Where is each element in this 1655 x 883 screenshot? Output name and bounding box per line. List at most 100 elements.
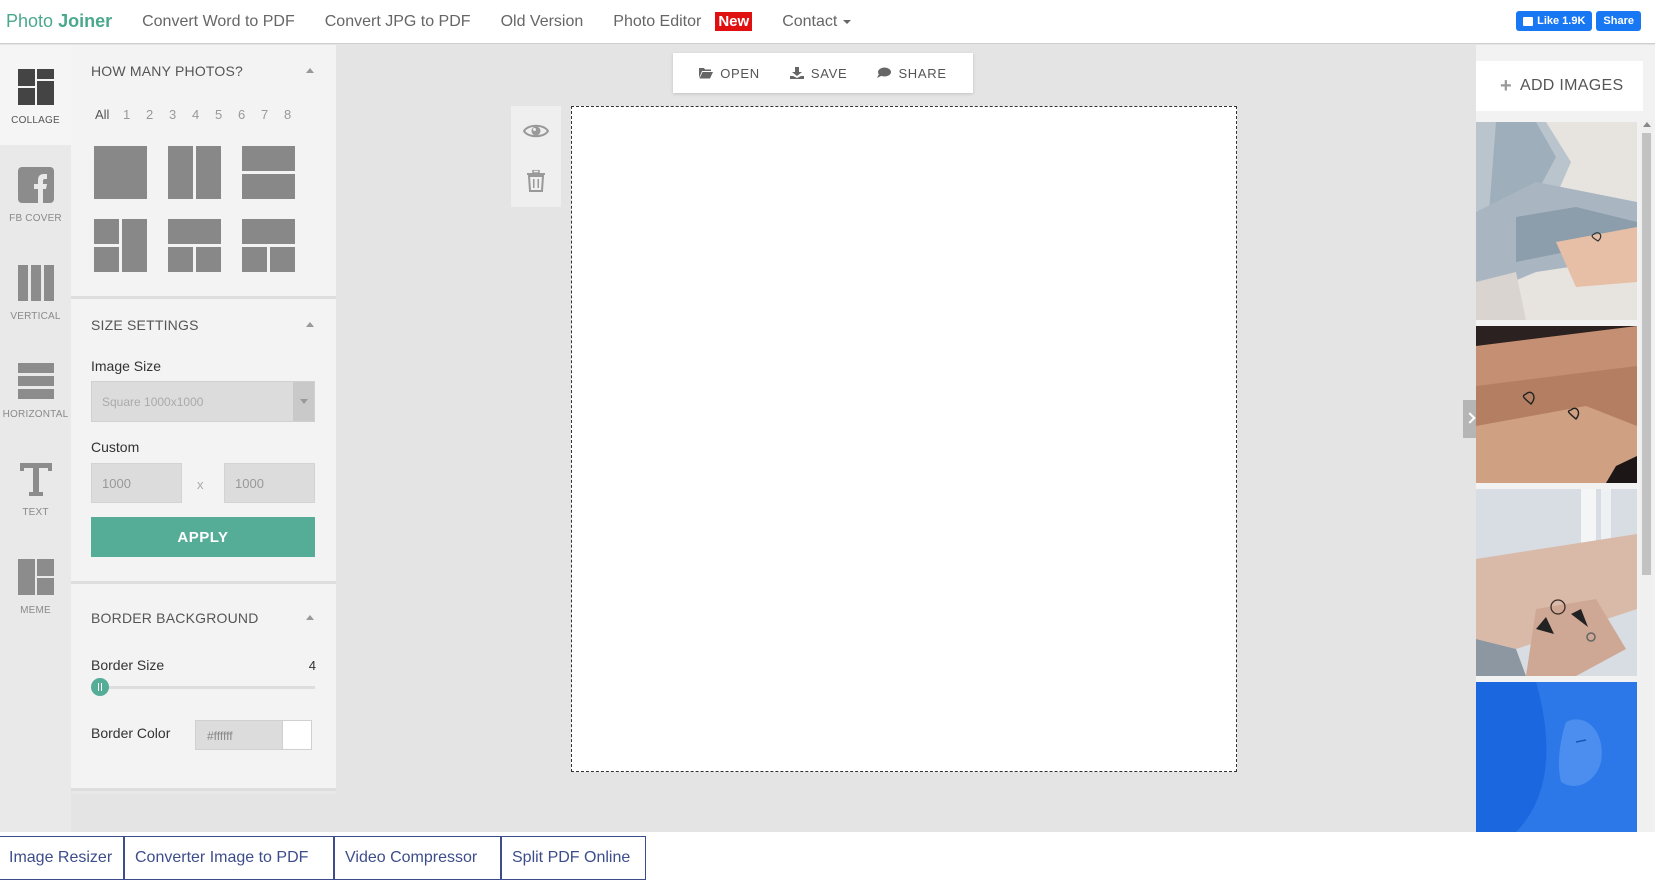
rail-label-horizontal: HORIZONTAL bbox=[2, 409, 69, 420]
border-background-section: BORDER BACKGROUND Border Size 4 Border C… bbox=[71, 584, 336, 791]
custom-height-input[interactable]: 1000 bbox=[224, 463, 315, 503]
rail-item-horizontal[interactable]: HORIZONTAL bbox=[0, 339, 71, 439]
text-icon bbox=[19, 463, 52, 496]
image-thumbnail-3[interactable] bbox=[1476, 489, 1637, 676]
share-button[interactable]: SHARE bbox=[877, 66, 946, 81]
eye-icon bbox=[523, 124, 549, 138]
custom-label: Custom bbox=[91, 439, 140, 455]
save-label: SAVE bbox=[810, 65, 848, 81]
rail-label-text: TEXT bbox=[22, 507, 49, 518]
link-image-resizer[interactable]: Image Resizer bbox=[0, 836, 124, 880]
facebook-icon bbox=[17, 167, 54, 203]
border-size-value: 4 bbox=[308, 658, 316, 673]
preview-button[interactable] bbox=[511, 106, 561, 156]
open-label: OPEN bbox=[720, 65, 760, 81]
fb-share-button[interactable]: Share bbox=[1596, 11, 1641, 31]
border-size-label: Border Size bbox=[91, 657, 165, 673]
rail-label-meme: MEME bbox=[20, 605, 51, 616]
count-8[interactable]: 8 bbox=[284, 107, 307, 122]
rail-item-collage[interactable]: COLLAGE bbox=[0, 45, 71, 145]
layout-tile-single[interactable] bbox=[94, 146, 147, 199]
delete-button[interactable] bbox=[511, 156, 561, 206]
nav-link-old-version[interactable]: Old Version bbox=[501, 13, 584, 31]
count-2[interactable]: 2 bbox=[146, 107, 169, 122]
rail-item-meme[interactable]: MEME bbox=[0, 535, 71, 635]
custom-width-input[interactable]: 1000 bbox=[91, 463, 182, 503]
border-color-swatch[interactable] bbox=[282, 720, 312, 750]
download-icon bbox=[789, 67, 804, 79]
count-7[interactable]: 7 bbox=[261, 107, 284, 122]
thumbs-up-icon bbox=[1523, 16, 1534, 26]
fb-like-button[interactable]: Like 1.9K bbox=[1516, 11, 1593, 31]
custom-size-separator: x bbox=[197, 477, 204, 492]
nav-link-photo-editor[interactable]: Photo Editor New bbox=[613, 12, 753, 31]
count-all[interactable]: All bbox=[95, 107, 123, 122]
vertical-layout-icon bbox=[17, 265, 54, 301]
collage-canvas[interactable] bbox=[571, 106, 1237, 772]
collapse-up-icon[interactable] bbox=[306, 322, 314, 327]
count-1[interactable]: 1 bbox=[123, 107, 146, 122]
brand-logo[interactable]: Photo Joiner bbox=[6, 11, 112, 32]
open-button[interactable]: OPEN bbox=[699, 66, 760, 81]
photo-count-filter: All 1 2 3 4 5 6 7 8 bbox=[95, 107, 307, 122]
layout-tile-three-left[interactable] bbox=[94, 219, 147, 272]
rail-item-text[interactable]: TEXT bbox=[0, 437, 71, 537]
save-button[interactable]: SAVE bbox=[789, 65, 848, 81]
border-size-slider-handle[interactable] bbox=[91, 678, 109, 696]
collapse-panel-chevron-icon[interactable] bbox=[1463, 400, 1477, 438]
image-thumbnail-1[interactable] bbox=[1476, 122, 1637, 320]
add-images-button[interactable]: + ADD IMAGES bbox=[1476, 61, 1643, 111]
nav-link-jpg-to-pdf[interactable]: Convert JPG to PDF bbox=[325, 13, 471, 31]
canvas-toolbar: OPEN SAVE SHARE bbox=[673, 53, 973, 93]
nav-link-photo-editor-label: Photo Editor bbox=[613, 12, 702, 30]
link-split-pdf-online[interactable]: Split PDF Online bbox=[501, 836, 646, 880]
image-thumbnail-4[interactable] bbox=[1476, 682, 1637, 832]
images-scrollbar[interactable] bbox=[1640, 120, 1653, 832]
nav-links: Convert Word to PDF Convert JPG to PDF O… bbox=[142, 12, 881, 31]
border-color-input[interactable]: #ffffff bbox=[195, 720, 283, 750]
brand-text-photo: Photo bbox=[6, 11, 54, 31]
collapse-up-icon[interactable] bbox=[306, 615, 314, 620]
images-panel: + ADD IMAGES bbox=[1476, 45, 1655, 832]
layout-tile-two-horizontal[interactable] bbox=[242, 146, 295, 199]
rail-label-collage: COLLAGE bbox=[11, 115, 60, 126]
link-video-compressor[interactable]: Video Compressor bbox=[334, 836, 501, 880]
plus-icon: + bbox=[1500, 74, 1512, 97]
nav-contact-label: Contact bbox=[782, 12, 838, 30]
count-6[interactable]: 6 bbox=[238, 107, 261, 122]
count-3[interactable]: 3 bbox=[169, 107, 192, 122]
rail-item-vertical[interactable]: VERTICAL bbox=[0, 241, 71, 341]
trash-icon bbox=[527, 170, 545, 192]
collapse-up-icon[interactable] bbox=[306, 68, 314, 73]
rail-label-vertical: VERTICAL bbox=[10, 311, 61, 322]
share-label: SHARE bbox=[898, 65, 947, 81]
layout-tile-three-bottom[interactable] bbox=[242, 219, 295, 272]
link-converter-image-to-pdf[interactable]: Converter Image to PDF bbox=[124, 836, 334, 880]
count-4[interactable]: 4 bbox=[192, 107, 215, 122]
scroll-up-arrow-icon[interactable] bbox=[1643, 122, 1651, 127]
nav-contact-dropdown[interactable]: Contact bbox=[782, 12, 852, 31]
layout-tile-two-vertical[interactable] bbox=[168, 146, 221, 199]
scrollbar-thumb[interactable] bbox=[1642, 133, 1651, 575]
settings-panel: HOW MANY PHOTOS? All 1 2 3 4 5 6 7 8 SIZ… bbox=[71, 45, 336, 794]
folder-open-icon bbox=[699, 68, 714, 79]
tool-rail: COLLAGE FB COVER VERTICAL HORIZONTAL TEX… bbox=[0, 45, 71, 832]
image-size-select[interactable]: Square 1000x1000 bbox=[91, 381, 315, 422]
border-color-label: Border Color bbox=[91, 725, 171, 741]
how-many-photos-section: HOW MANY PHOTOS? All 1 2 3 4 5 6 7 8 bbox=[71, 45, 336, 299]
size-settings-title: SIZE SETTINGS bbox=[91, 317, 199, 333]
fb-like-label: Like 1.9K bbox=[1537, 15, 1586, 27]
layout-tile-three-top[interactable] bbox=[168, 219, 221, 272]
chevron-down-icon bbox=[293, 382, 314, 421]
image-thumbnail-2[interactable] bbox=[1476, 326, 1637, 483]
nav-link-word-to-pdf[interactable]: Convert Word to PDF bbox=[142, 13, 295, 31]
how-many-photos-title: HOW MANY PHOTOS? bbox=[91, 63, 244, 79]
border-background-title: BORDER BACKGROUND bbox=[91, 610, 259, 626]
new-badge: New bbox=[715, 12, 753, 31]
count-5[interactable]: 5 bbox=[215, 107, 238, 122]
bottom-links-bar: Image Resizer Converter Image to PDF Vid… bbox=[0, 832, 1655, 883]
rail-item-fb-cover[interactable]: FB COVER bbox=[0, 143, 71, 243]
border-size-slider-track[interactable] bbox=[101, 686, 315, 689]
facebook-buttons: Like 1.9K Share bbox=[1516, 11, 1641, 31]
apply-button[interactable]: APPLY bbox=[91, 517, 315, 557]
